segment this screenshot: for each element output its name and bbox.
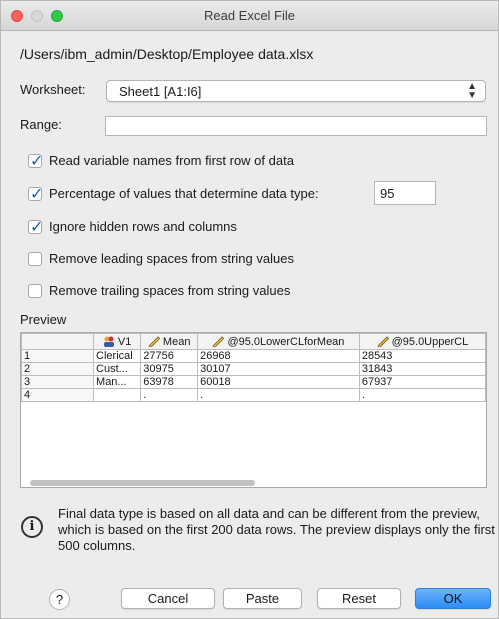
column-header[interactable]: @95.0UpperCL [358,333,486,350]
cancel-button[interactable]: Cancel [121,588,215,609]
table-cell: 63978 [140,375,199,389]
scale-ruler-icon [377,335,389,347]
table-header-row: V1 Mean @95.0LowerCLforMean @95.0UpperCL [21,333,486,350]
worksheet-select[interactable]: Sheet1 [A1:I6] ▲ ▼ [106,80,486,102]
row-number: 2 [21,362,95,376]
worksheet-label: Worksheet: [20,82,86,97]
option-label: Remove leading spaces from string values [49,251,294,266]
table-cell: Man... [93,375,142,389]
table-cell: 30107 [197,362,360,376]
checkbox[interactable]: ✓ [28,219,44,236]
preview-table[interactable]: V1 Mean @95.0LowerCLforMean @95.0UpperCL… [20,332,487,488]
table-cell: Clerical [93,349,142,363]
table-cell: 31843 [358,362,486,376]
range-label: Range: [20,117,62,132]
table-row: 2 Cust... 30975 30107 31843 [21,362,486,376]
range-input[interactable] [105,116,487,136]
option-label: Remove trailing spaces from string value… [49,283,291,298]
checkmark-icon: ✓ [30,219,44,236]
column-header[interactable]: V1 [93,333,142,350]
updown-arrows-icon: ▲ ▼ [467,81,477,101]
option-label: Ignore hidden rows and columns [49,219,237,234]
table-row: 1 Clerical 27756 26968 28543 [21,349,486,363]
row-number: 1 [21,349,95,363]
info-icon: i [21,516,43,538]
checkmark-icon: ✓ [30,186,44,203]
percentage-input[interactable]: 95 [374,181,436,205]
checkbox[interactable] [28,252,42,266]
checkbox[interactable] [28,284,42,298]
nominal-icon [103,336,114,347]
option-label: Percentage of values that determine data… [49,186,319,201]
row-number: 3 [21,375,95,389]
row-number-header [21,333,95,350]
info-text: Final data type is based on all data and… [58,506,495,553]
checkbox[interactable]: ✓ [28,186,44,203]
table-cell: . [197,388,360,402]
table-row: 4 . . . [21,388,486,402]
table-row: 3 Man... 63978 60018 67937 [21,375,486,389]
help-button[interactable]: ? [49,589,70,610]
checkmark-icon: ✓ [30,153,44,170]
horizontal-scrollbar[interactable] [30,480,255,486]
worksheet-select-value: Sheet1 [A1:I6] [119,84,202,99]
column-header[interactable]: @95.0LowerCLforMean [197,333,360,350]
table-cell: 26968 [197,349,360,363]
table-cell [93,388,142,402]
table-cell: 67937 [358,375,486,389]
table-cell: 60018 [197,375,360,389]
ok-button[interactable]: OK [415,588,491,609]
paste-button[interactable]: Paste [223,588,302,609]
read-excel-dialog: Read Excel File /Users/ibm_admin/Desktop… [0,0,499,619]
option-label: Read variable names from first row of da… [49,153,294,168]
row-number: 4 [21,388,95,402]
window-title: Read Excel File [203,8,296,23]
reset-button[interactable]: Reset [317,588,401,609]
title-bar: Read Excel File [1,1,498,31]
table-cell: 30975 [140,362,199,376]
column-header[interactable]: Mean [140,333,199,350]
preview-label: Preview [20,312,67,327]
table-cell: . [140,388,199,402]
table-cell: 28543 [358,349,486,363]
scale-ruler-icon [148,335,160,347]
table-cell: 27756 [140,349,199,363]
table-cell: . [358,388,486,402]
file-path: /Users/ibm_admin/Desktop/Employee data.x… [20,46,314,62]
table-cell: Cust... [93,362,142,376]
checkbox[interactable]: ✓ [28,153,44,170]
scale-ruler-icon [212,335,225,347]
